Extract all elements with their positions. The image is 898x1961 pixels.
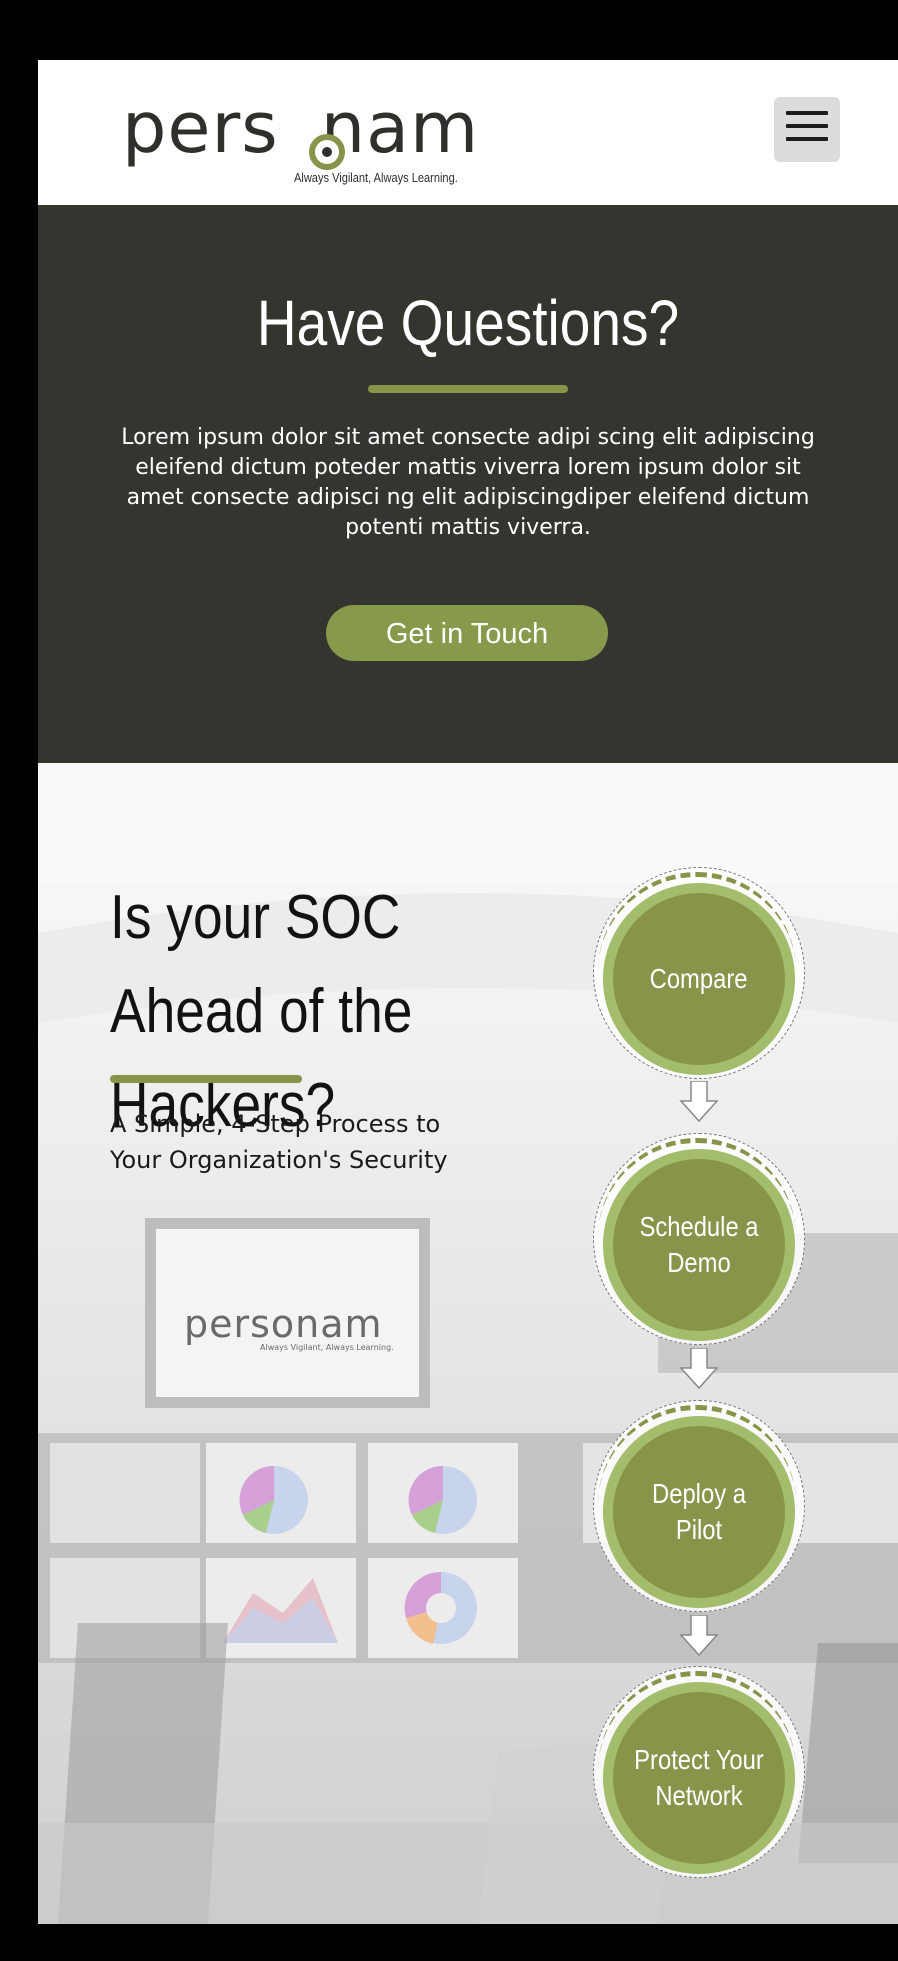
logo-tagline: Always Vigilant, Always Learning. (294, 170, 458, 185)
step-circle: Protect Your Network (613, 1692, 785, 1864)
step-schedule-demo[interactable]: Schedule a Demo (593, 1133, 813, 1353)
step-circle: Deploy a Pilot (613, 1426, 785, 1598)
site-header: pers nam Always Vigilant, Always Learning… (38, 60, 898, 205)
step-circle: Compare (613, 893, 785, 1065)
step-compare[interactable]: Compare (593, 867, 813, 1087)
hamburger-icon-line (786, 124, 828, 128)
personam-logo[interactable]: pers nam Always Vigilant, Always Learning… (122, 88, 482, 198)
step-label: Schedule a Demo (639, 1211, 759, 1278)
step-protect-network[interactable]: Protect Your Network (593, 1666, 813, 1886)
down-arrow-icon (679, 1081, 719, 1123)
background-logo-word: personam (184, 1302, 383, 1346)
get-in-touch-button[interactable]: Get in Touch (326, 605, 608, 661)
have-questions-section: Have Questions? Lorem ipsum dolor sit am… (38, 205, 898, 763)
background-logo: personam Always Vigilant, Always Learnin… (184, 1302, 394, 1363)
step-deploy-pilot[interactable]: Deploy a Pilot (593, 1400, 813, 1620)
step-label: Compare (650, 963, 748, 994)
hamburger-icon (786, 111, 828, 115)
background-logo-tagline: Always Vigilant, Always Learning. (260, 1343, 394, 1352)
logo-wordmark: pers nam (122, 87, 480, 169)
logo-o-icon (309, 134, 345, 170)
hamburger-menu-button[interactable] (774, 97, 840, 162)
hamburger-icon-line (786, 137, 828, 141)
soc-process-section: personam Always Vigilant, Always Learnin… (38, 763, 898, 1924)
step-label: Deploy a Pilot (652, 1478, 746, 1545)
section-body: Lorem ipsum dolor sit amet consecte adip… (121, 425, 815, 540)
title-underline (110, 1075, 302, 1083)
title-underline (368, 385, 568, 393)
section-title: Have Questions? (256, 287, 680, 359)
down-arrow-icon (679, 1615, 719, 1657)
section-subtitle: A Simple, 4-Step Process to Your Organiz… (110, 1110, 448, 1174)
page-frame: pers nam Always Vigilant, Always Learning… (38, 60, 898, 1924)
step-circle: Schedule a Demo (613, 1159, 785, 1331)
down-arrow-icon (679, 1348, 719, 1390)
step-label: Protect Your Network (634, 1744, 764, 1811)
